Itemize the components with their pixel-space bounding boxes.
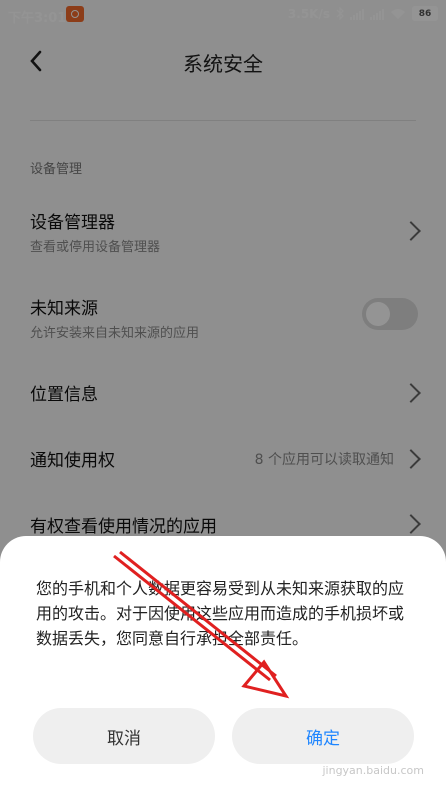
watermark: jingyan.baidu.com: [322, 764, 424, 777]
warning-dialog: 您的手机和个人数据更容易受到从未知来源获取的应用的攻击。对于因使用这些应用而造成…: [0, 536, 446, 795]
confirm-button[interactable]: 确定: [232, 708, 414, 764]
dialog-message: 您的手机和个人数据更容易受到从未知来源获取的应用的攻击。对于因使用这些应用而造成…: [36, 579, 405, 648]
cancel-button[interactable]: 取消: [33, 708, 215, 764]
